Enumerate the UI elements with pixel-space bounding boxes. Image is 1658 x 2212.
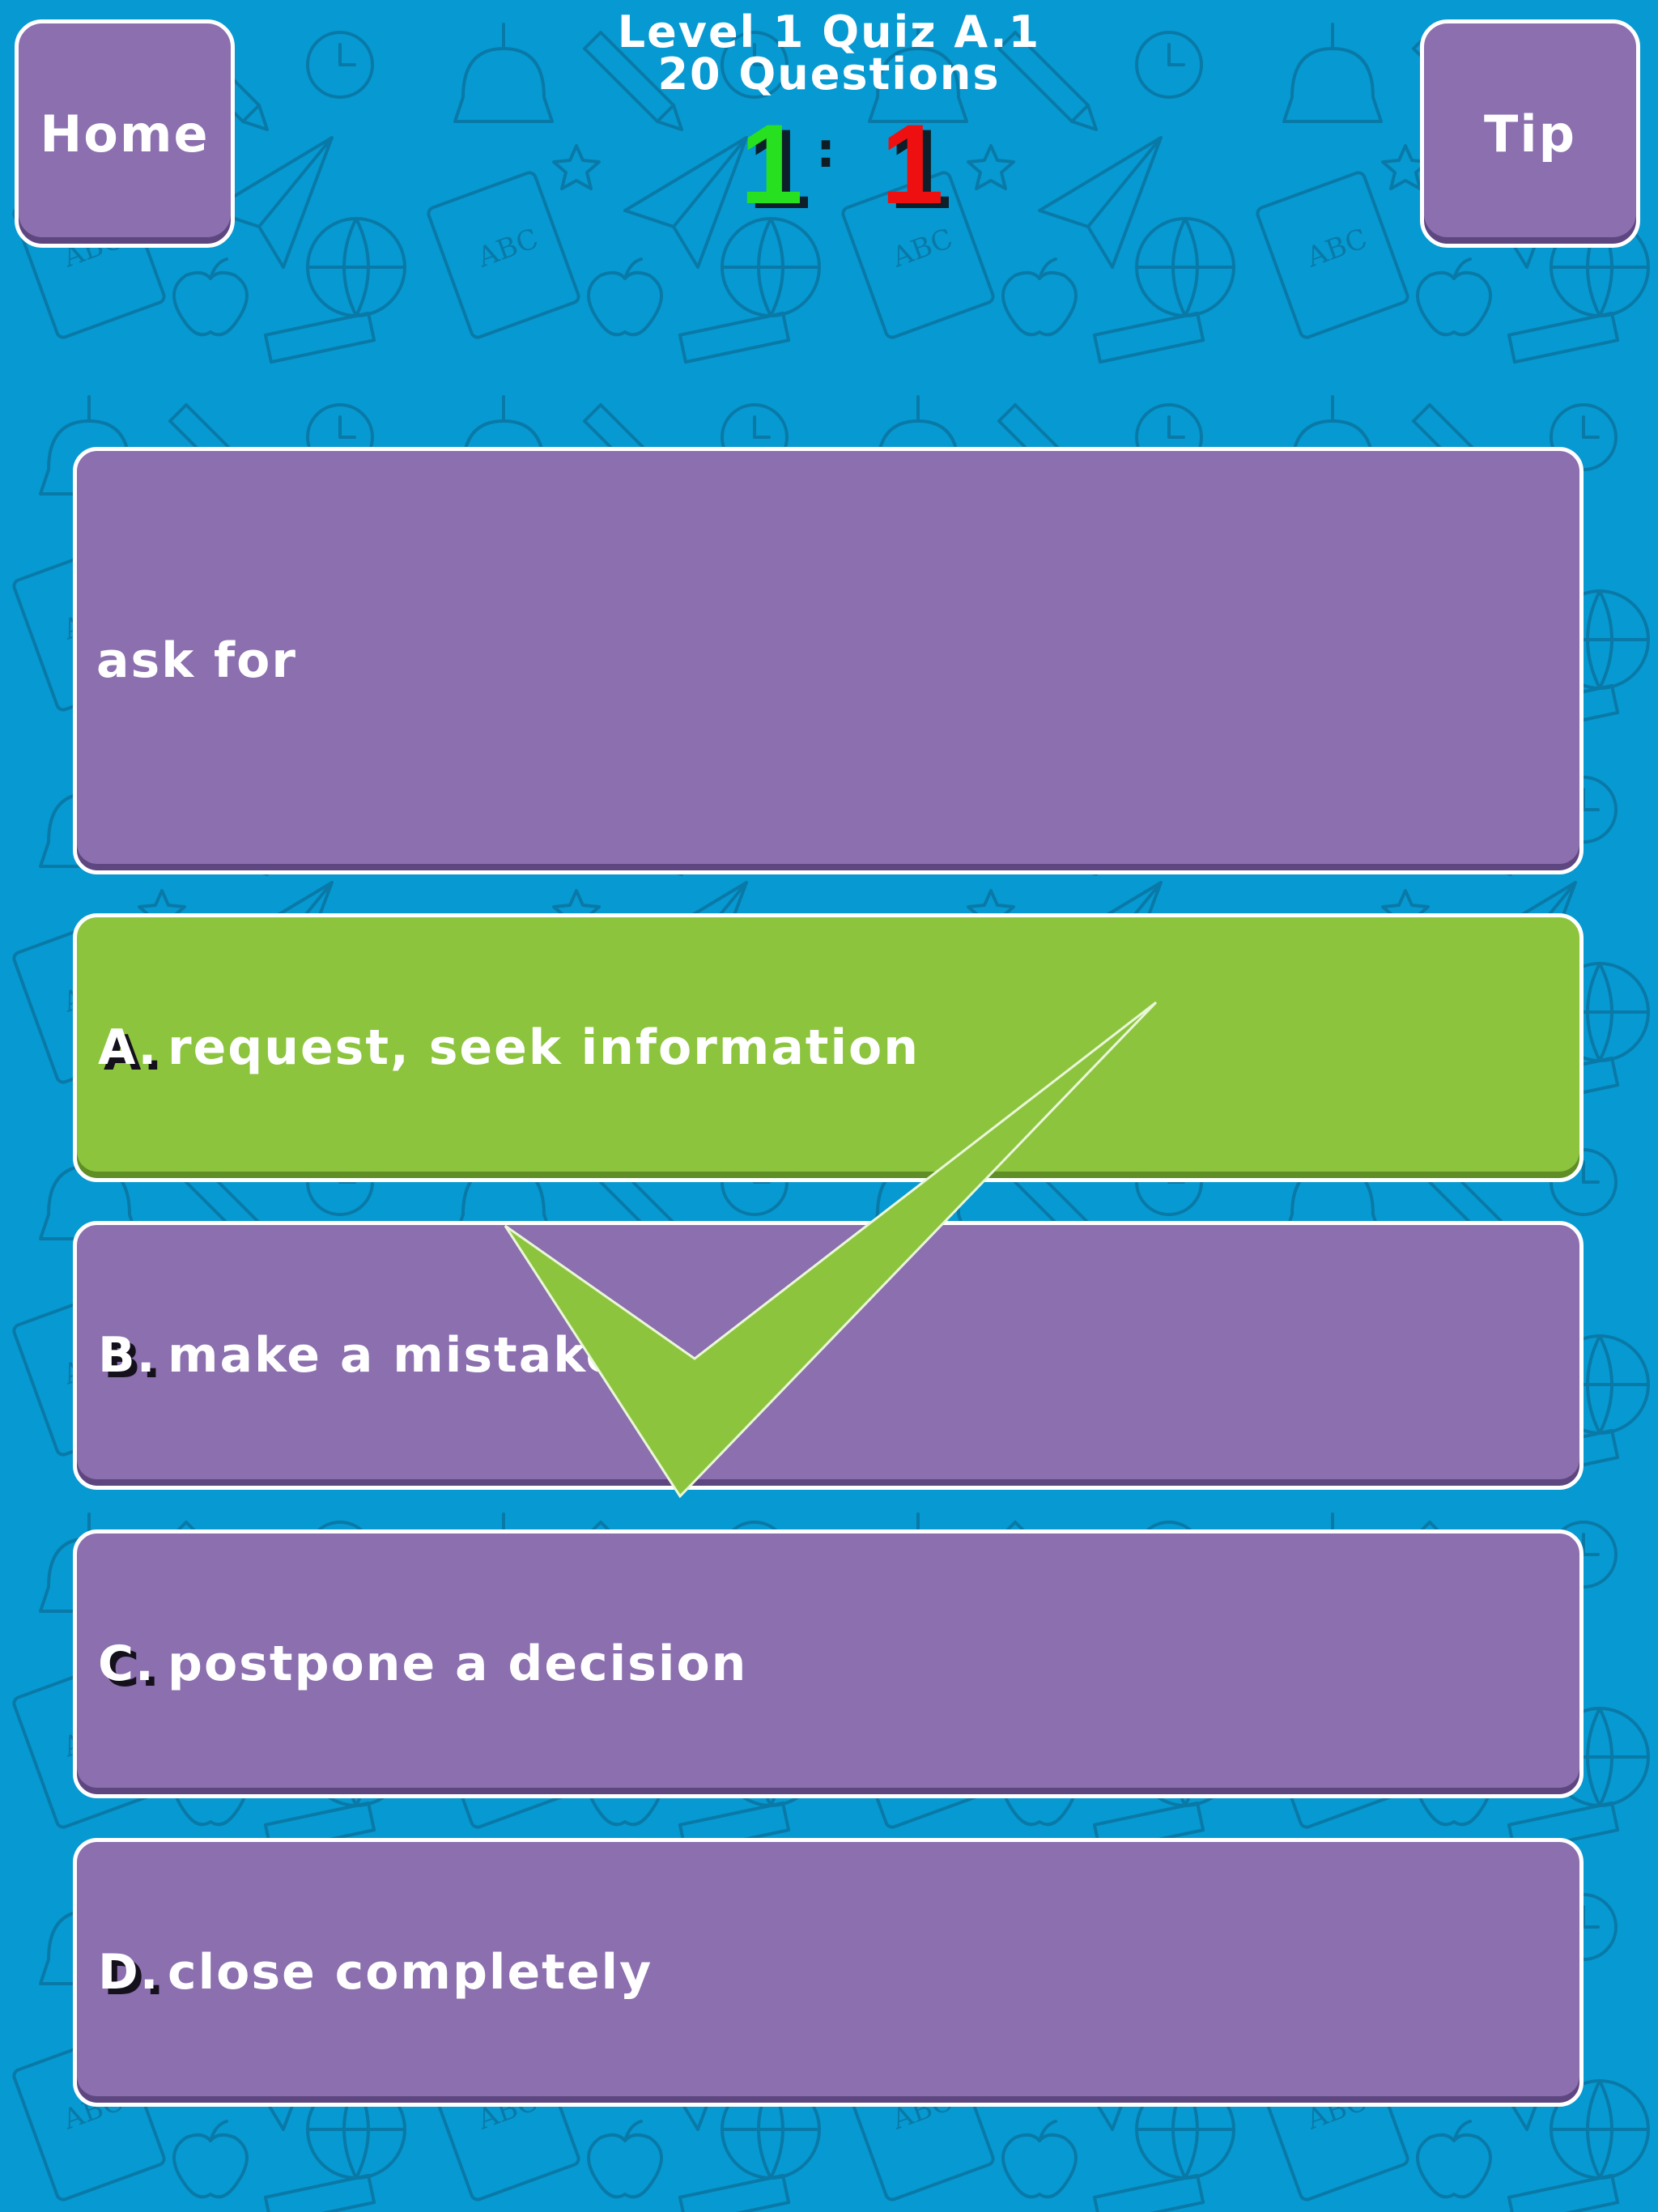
answer-option-b[interactable]: B. make a mistake — [73, 1221, 1584, 1490]
answer-option-c[interactable]: C. postpone a decision — [73, 1529, 1584, 1798]
wrong-score: 1 — [881, 100, 944, 228]
answer-letter: D. — [98, 1944, 160, 2001]
answer-option-d[interactable]: D. close completely — [73, 1838, 1584, 2107]
answer-letter: C. — [98, 1636, 155, 1692]
answer-letter: B. — [98, 1327, 157, 1384]
answer-text: close completely — [168, 1944, 653, 2001]
score-separator: : — [816, 122, 835, 179]
question-count: 20 Questions — [657, 49, 1001, 100]
home-button[interactable]: Home — [15, 19, 235, 248]
question-card: ask for — [73, 447, 1584, 874]
answer-text: postpone a decision — [168, 1636, 748, 1692]
score-display: 1 : 1 — [505, 100, 1153, 228]
question-text: ask for — [96, 632, 297, 689]
answer-letter: A. — [98, 1019, 159, 1076]
answer-text: request, seek information — [168, 1019, 920, 1076]
quiz-header: Level 1 Quiz A.1 20 Questions 1 : 1 — [505, 6, 1153, 221]
quiz-title: Level 1 Quiz A.1 — [617, 6, 1041, 57]
tip-button[interactable]: Tip — [1420, 19, 1640, 248]
answer-text: make a mistake — [168, 1327, 621, 1384]
answer-option-a[interactable]: A. request, seek information — [73, 913, 1584, 1182]
correct-score: 1 — [740, 100, 803, 228]
